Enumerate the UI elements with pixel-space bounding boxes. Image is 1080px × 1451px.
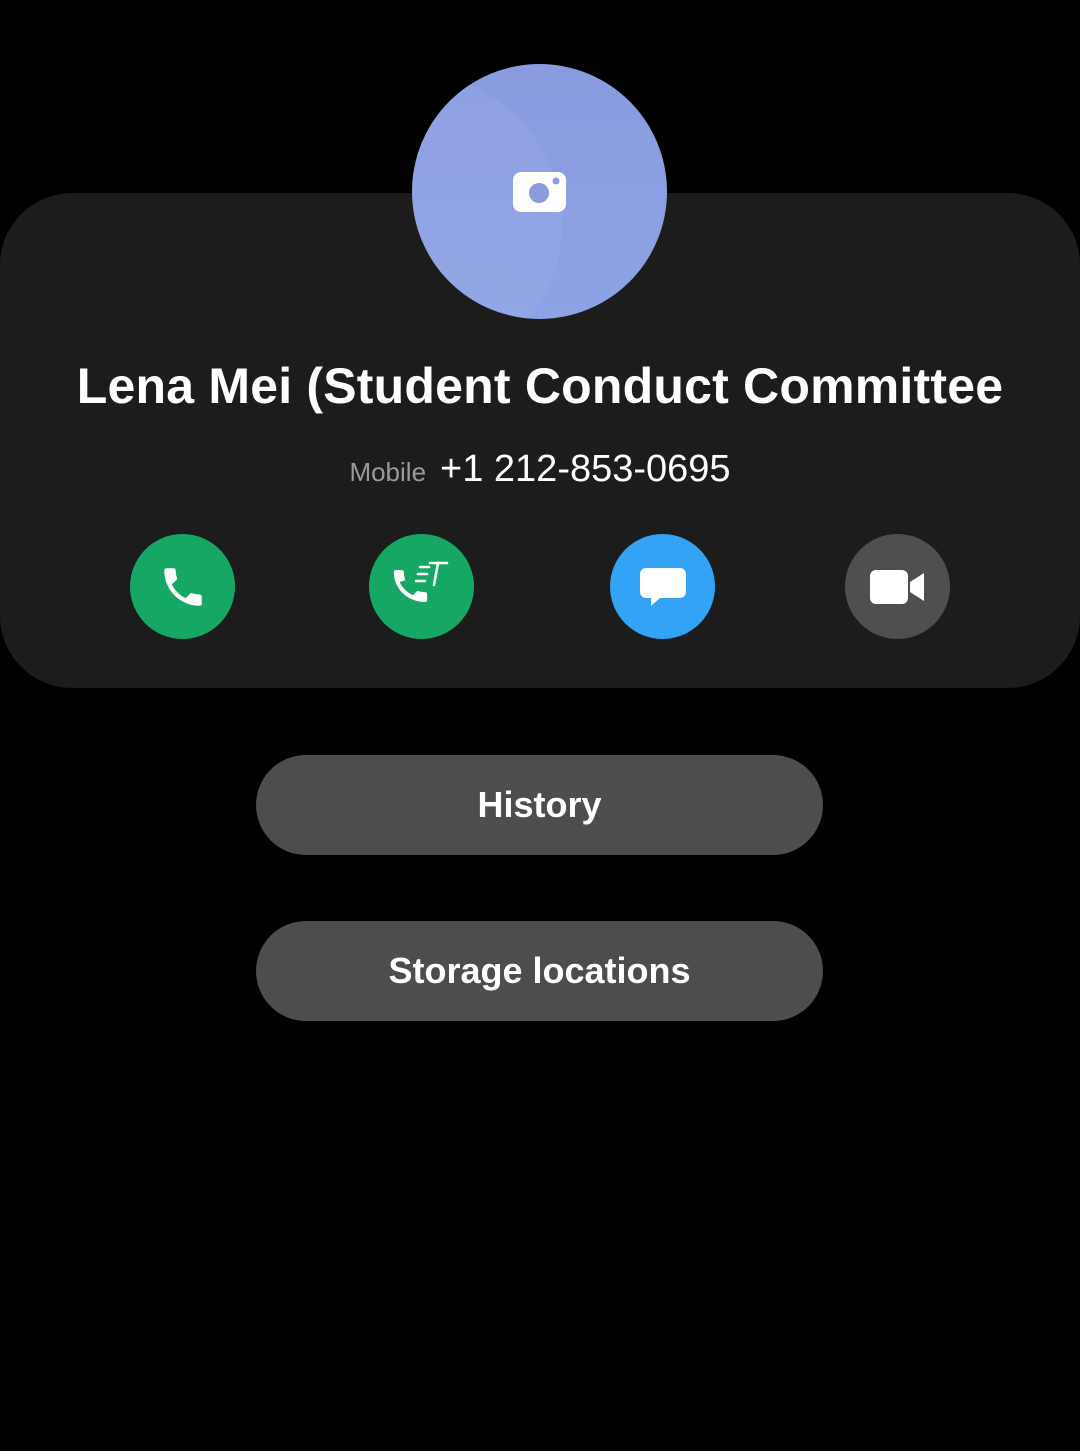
phone-text-icon xyxy=(387,557,457,617)
chat-bubble-icon xyxy=(638,562,688,612)
video-call-button[interactable] xyxy=(845,534,950,639)
message-button[interactable] xyxy=(610,534,715,639)
text-call-button[interactable] xyxy=(369,534,474,639)
phone-icon xyxy=(158,562,208,612)
contact-avatar[interactable] xyxy=(412,64,667,319)
phone-number[interactable]: +1 212-853-0695 xyxy=(440,448,731,491)
phone-type-label: Mobile xyxy=(349,457,427,487)
storage-locations-button[interactable]: Storage locations xyxy=(256,921,823,1021)
camera-icon xyxy=(513,172,566,212)
video-camera-icon xyxy=(869,567,926,607)
voice-call-button[interactable] xyxy=(130,534,235,639)
contact-name: Lena Mei (Student Conduct Committee xyxy=(76,358,1004,414)
history-button[interactable]: History xyxy=(256,755,823,855)
phone-row[interactable]: Mobile +1 212-853-0695 xyxy=(0,448,1080,491)
